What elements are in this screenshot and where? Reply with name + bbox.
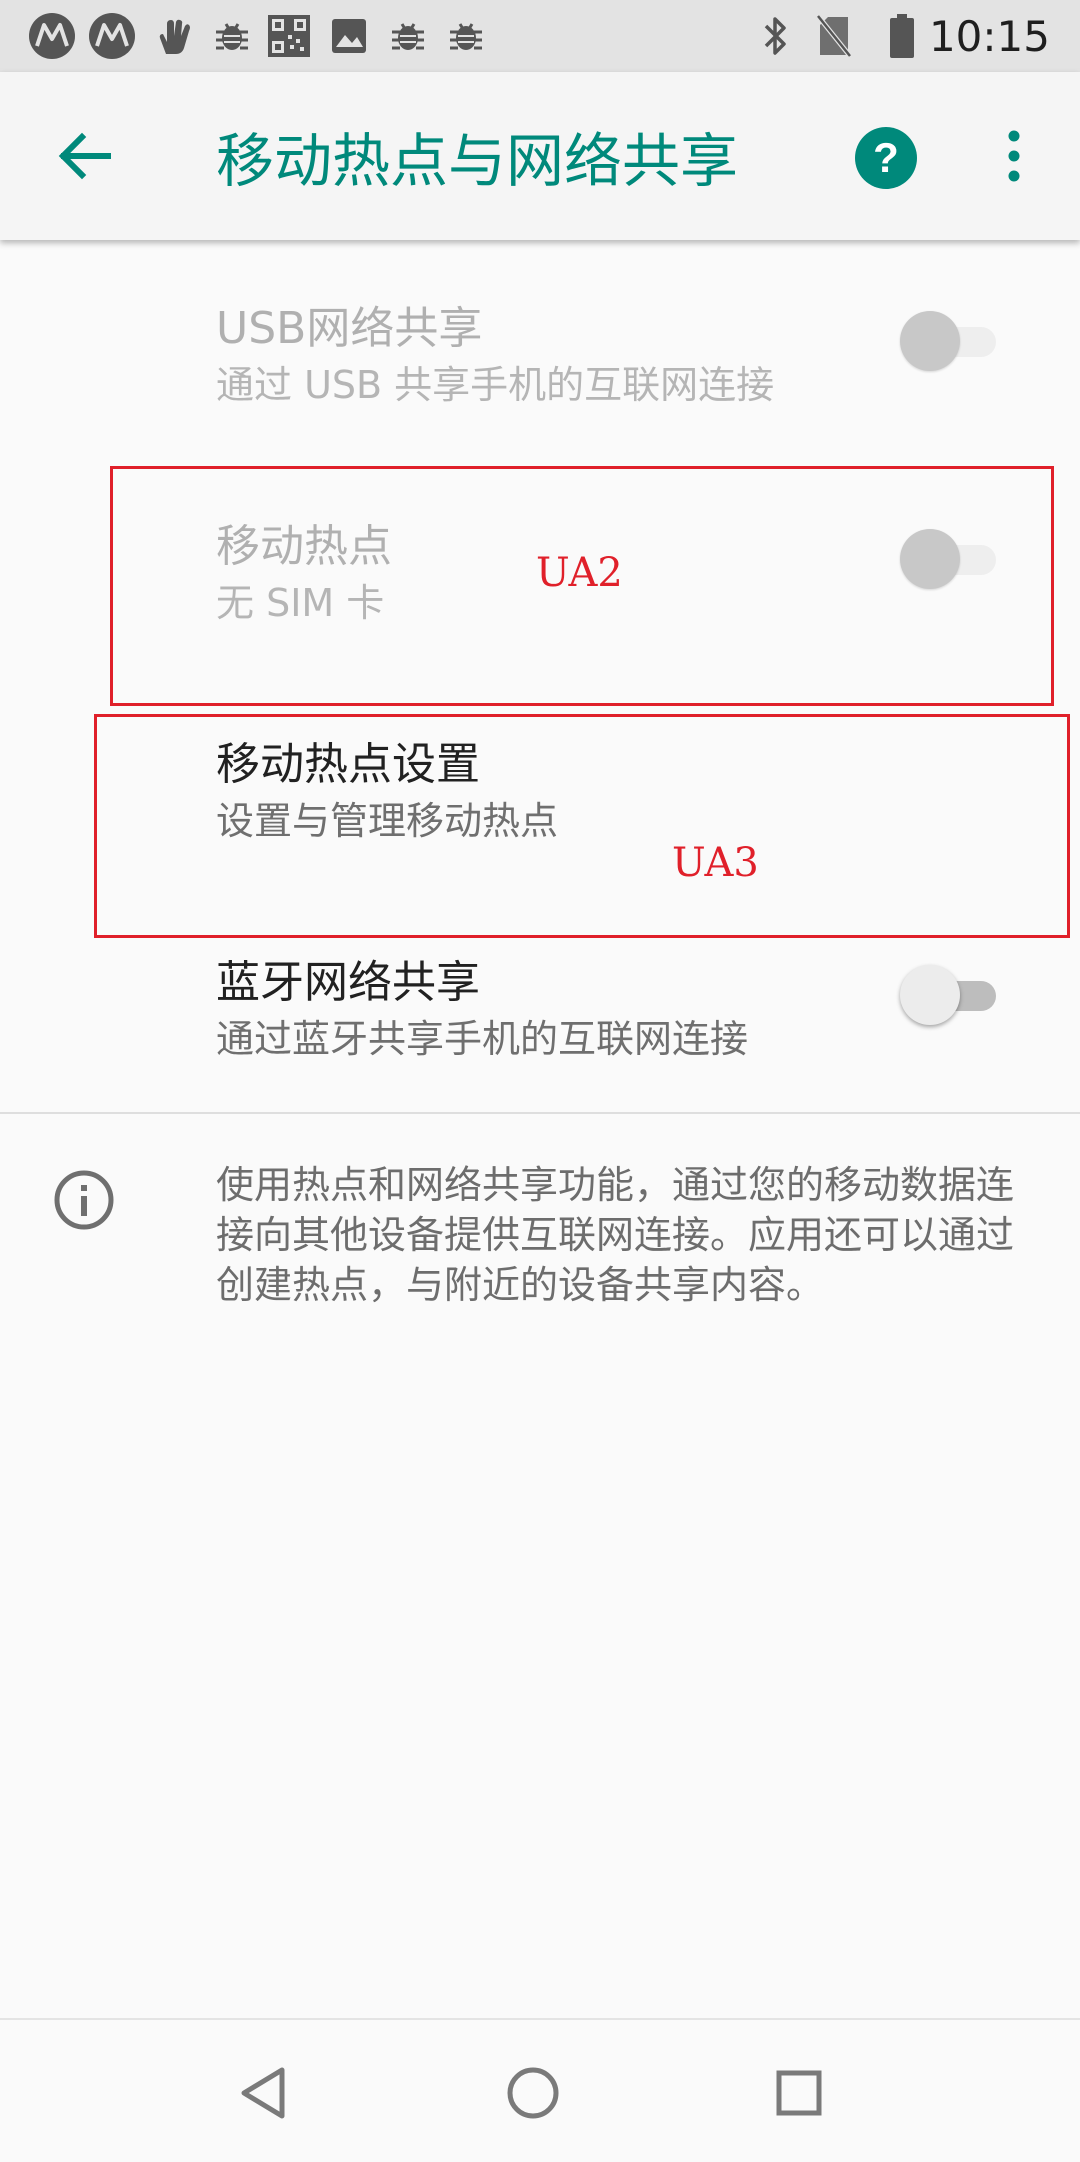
bluetooth-tethering-switch[interactable] — [900, 963, 1000, 1027]
bluetooth-tethering-title: 蓝牙网络共享 — [216, 957, 480, 1008]
help-button[interactable]: ? — [852, 124, 920, 192]
nav-recents-icon — [776, 2070, 822, 2116]
divider — [0, 1112, 1080, 1114]
qr-code-icon — [264, 0, 314, 72]
nav-back-icon — [241, 2067, 285, 2119]
no-sim-icon — [812, 0, 856, 72]
help-icon: ? — [855, 127, 917, 189]
image-icon — [326, 0, 372, 72]
navigation-bar — [0, 2018, 1080, 2162]
more-vert-icon — [1008, 130, 1020, 182]
gesture-icon — [150, 0, 198, 72]
back-button[interactable] — [44, 116, 124, 196]
usb-tethering-switch[interactable] — [900, 309, 1000, 373]
nav-home-button[interactable] — [488, 2048, 578, 2138]
motorola-icon — [86, 0, 138, 72]
page-title: 移动热点与网络共享 — [216, 127, 739, 195]
svg-text:?: ? — [873, 134, 899, 181]
motorola-icon — [26, 0, 78, 72]
info-icon — [54, 1170, 114, 1230]
more-options-button[interactable] — [990, 116, 1038, 196]
clock: 10:15 — [928, 11, 1050, 61]
app-bar: 移动热点与网络共享 ? — [0, 72, 1080, 240]
status-bar: 10:15 — [0, 0, 1080, 72]
bug-icon — [386, 0, 430, 72]
usb-tethering-item[interactable]: USB网络共享 通过 USB 共享手机的互联网连接 — [0, 270, 1080, 432]
info-description: 使用热点和网络共享功能，通过您的移动数据连接向其他设备提供互联网连接。应用还可以… — [216, 1163, 1015, 1307]
battery-icon — [884, 0, 920, 72]
bug-icon — [210, 0, 254, 72]
usb-tethering-title: USB网络共享 — [216, 303, 483, 354]
nav-back-button[interactable] — [218, 2048, 308, 2138]
annotation-label-ua2: UA2 — [536, 550, 623, 596]
nav-home-icon — [507, 2067, 559, 2119]
bug-icon — [444, 0, 488, 72]
arrow-back-icon — [58, 132, 111, 180]
bluetooth-icon — [756, 0, 796, 72]
annotation-label-ua3: UA3 — [672, 840, 759, 886]
nav-recents-button[interactable] — [754, 2048, 844, 2138]
annotation-box-ua3 — [94, 714, 1070, 938]
bluetooth-tethering-item[interactable]: 蓝牙网络共享 通过蓝牙共享手机的互联网连接 — [0, 924, 1080, 1086]
bluetooth-tethering-summary: 通过蓝牙共享手机的互联网连接 — [216, 1017, 749, 1061]
usb-tethering-summary: 通过 USB 共享手机的互联网连接 — [216, 363, 775, 407]
